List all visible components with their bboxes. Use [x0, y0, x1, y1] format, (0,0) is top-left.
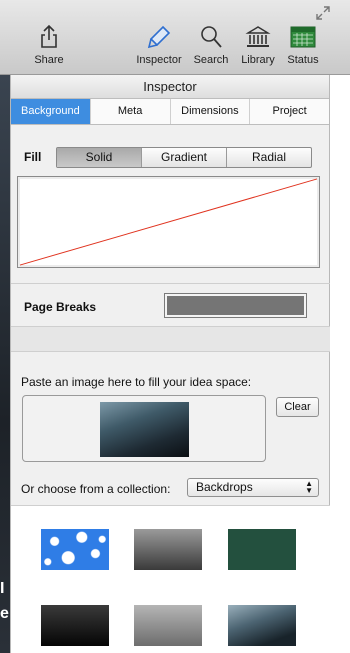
inspector-button[interactable]: Inspector: [134, 24, 184, 66]
section-spacer: [11, 327, 331, 351]
inspector-label: Inspector: [136, 54, 182, 66]
background-text-fragment: e: [0, 605, 9, 622]
search-label: Search: [193, 54, 229, 66]
search-button[interactable]: Search: [192, 24, 230, 66]
tab-background[interactable]: Background: [11, 99, 91, 124]
pasted-image-preview: [100, 402, 189, 457]
toolbar: Share Inspector Search Library Status: [0, 0, 350, 75]
backdrop-thumbnail[interactable]: [134, 605, 202, 646]
status-calendar-icon: [290, 26, 316, 48]
share-icon: [41, 24, 57, 48]
status-label: Status: [287, 54, 319, 66]
tab-meta[interactable]: Meta: [91, 99, 171, 124]
clear-image-button[interactable]: Clear: [276, 397, 319, 417]
fill-type-segmented-control: Solid Gradient Radial: [56, 147, 312, 168]
page-breaks-label: Page Breaks: [24, 300, 97, 314]
fill-color-well[interactable]: [17, 176, 320, 268]
empty-swatch-slash: [19, 178, 318, 266]
panel-title: Inspector: [11, 75, 329, 99]
page-breaks-color-swatch: [167, 296, 304, 315]
inspector-pen-icon: [147, 25, 171, 49]
collection-select[interactable]: Backdrops ▲ ▼: [187, 478, 319, 497]
backdrop-thumbnail[interactable]: [228, 605, 296, 646]
backdrop-thumbnail[interactable]: [41, 605, 109, 646]
inspector-panel: Inspector Background Meta Dimensions Pro…: [10, 75, 331, 653]
library-label: Library: [241, 54, 275, 66]
collection-label: Or choose from a collection:: [21, 482, 171, 496]
fill-solid-option[interactable]: Solid: [57, 148, 142, 167]
fill-label: Fill: [24, 150, 42, 164]
status-button[interactable]: Status: [285, 24, 321, 66]
search-icon: [201, 26, 222, 48]
fullscreen-toggle-icon[interactable]: [316, 6, 330, 20]
paste-image-label: Paste an image here to fill your idea sp…: [21, 375, 252, 389]
inspector-tabs: Background Meta Dimensions Project: [11, 99, 329, 125]
backdrop-grid: [11, 505, 331, 653]
page-breaks-color-well[interactable]: [164, 293, 307, 318]
divider: [11, 283, 331, 284]
share-button[interactable]: Share: [34, 24, 64, 66]
fill-gradient-option[interactable]: Gradient: [142, 148, 227, 167]
library-building-icon: [245, 26, 271, 47]
collection-selected-value: Backdrops: [196, 480, 253, 494]
background-text-fragment: I: [0, 580, 5, 597]
tab-project[interactable]: Project: [250, 99, 329, 124]
window-margin: [330, 75, 350, 653]
library-button[interactable]: Library: [238, 24, 278, 66]
paste-image-well[interactable]: [22, 395, 266, 462]
share-label: Share: [34, 54, 64, 66]
select-arrows-icon: ▲ ▼: [305, 479, 313, 495]
background-window-edge: I e: [0, 75, 10, 653]
backdrop-thumbnail[interactable]: [41, 529, 109, 570]
fill-radial-option[interactable]: Radial: [227, 148, 311, 167]
backdrop-thumbnail[interactable]: [134, 529, 202, 570]
fill-row: Fill Solid Gradient Radial: [24, 147, 320, 168]
backdrop-thumbnail[interactable]: [228, 529, 296, 570]
tab-dimensions[interactable]: Dimensions: [171, 99, 251, 124]
divider: [11, 351, 331, 352]
